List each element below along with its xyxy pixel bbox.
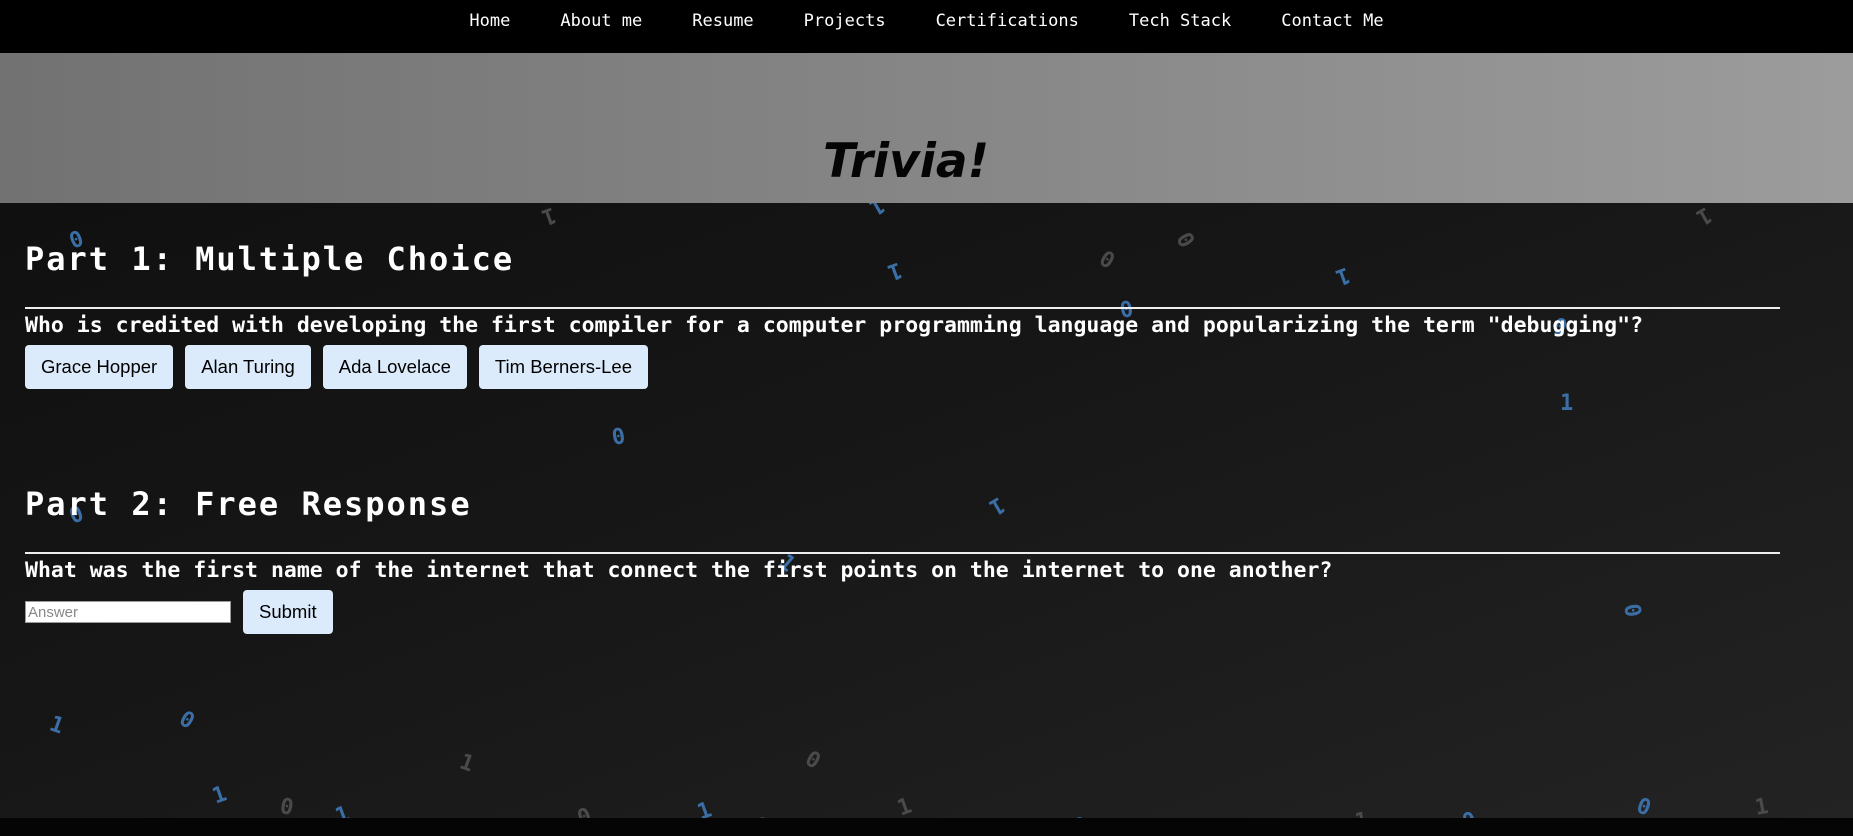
falling-digit: 1 — [1691, 203, 1716, 230]
falling-digit: 0 — [609, 424, 628, 451]
falling-digit: 0 — [574, 803, 596, 818]
answer-input[interactable] — [25, 601, 231, 623]
falling-digit: 1 — [1332, 261, 1354, 290]
part2-question: What was the first name of the internet … — [25, 558, 1333, 583]
falling-digit: 1 — [894, 793, 916, 818]
falling-digit: 1 — [46, 711, 68, 740]
submit-button[interactable]: Submit — [243, 590, 333, 634]
falling-digit: 1 — [1752, 794, 1771, 818]
falling-digit: 1 — [984, 491, 1009, 520]
falling-digit: 0 — [277, 794, 296, 818]
nav-projects[interactable]: Projects — [804, 0, 886, 31]
falling-digit: 0 — [1633, 793, 1655, 818]
falling-digit: 1 — [209, 781, 231, 810]
part1-question: Who is credited with developing the firs… — [25, 313, 1644, 338]
falling-digit: 1 — [332, 801, 354, 818]
nav-resume[interactable]: Resume — [692, 0, 753, 31]
falling-digit: 1 — [1560, 391, 1574, 416]
falling-digit: 0 — [1618, 601, 1646, 620]
falling-digit: 0 — [800, 746, 825, 775]
part2-divider — [25, 552, 1780, 554]
falling-digit: 1 — [456, 749, 478, 778]
nav-tech-stack[interactable]: Tech Stack — [1129, 0, 1231, 31]
answer-row: Submit — [25, 590, 333, 634]
falling-digit: 0 — [1094, 246, 1119, 275]
choice-grace-hopper-button[interactable]: Grace Hopper — [25, 345, 174, 389]
falling-digit: 1 — [1353, 808, 1370, 818]
nav-contact-me[interactable]: Contact Me — [1281, 0, 1383, 31]
choice-ada-lovelace-button[interactable]: Ada Lovelace — [322, 345, 467, 389]
falling-digit: 0 — [1459, 807, 1480, 818]
part1-divider — [25, 307, 1780, 309]
page-title: Trivia! — [822, 134, 990, 189]
falling-digit: 1 — [694, 797, 716, 818]
bottom-bar — [0, 818, 1853, 836]
hero-banner: Trivia! — [0, 53, 1853, 203]
falling-digit: 1 — [864, 203, 889, 220]
falling-digit: 0 — [1170, 228, 1199, 253]
nav-about-me[interactable]: About me — [560, 0, 642, 31]
top-navbar: Home About me Resume Projects Certificat… — [0, 0, 1853, 53]
part2-title: Part 2: Free Response — [25, 485, 472, 523]
falling-digit: 1 — [538, 203, 560, 230]
choice-tim-berners-lee-button[interactable]: Tim Berners-Lee — [478, 345, 649, 389]
falling-digit: 1 — [884, 256, 906, 285]
falling-digit: 0 — [174, 706, 199, 735]
part1-title: Part 1: Multiple Choice — [25, 240, 515, 278]
nav-home[interactable]: Home — [469, 0, 510, 31]
choice-buttons: Grace Hopper Alan Turing Ada Lovelace Ti… — [25, 345, 649, 389]
choice-alan-turing-button[interactable]: Alan Turing — [185, 345, 311, 389]
nav-certifications[interactable]: Certifications — [936, 0, 1079, 31]
